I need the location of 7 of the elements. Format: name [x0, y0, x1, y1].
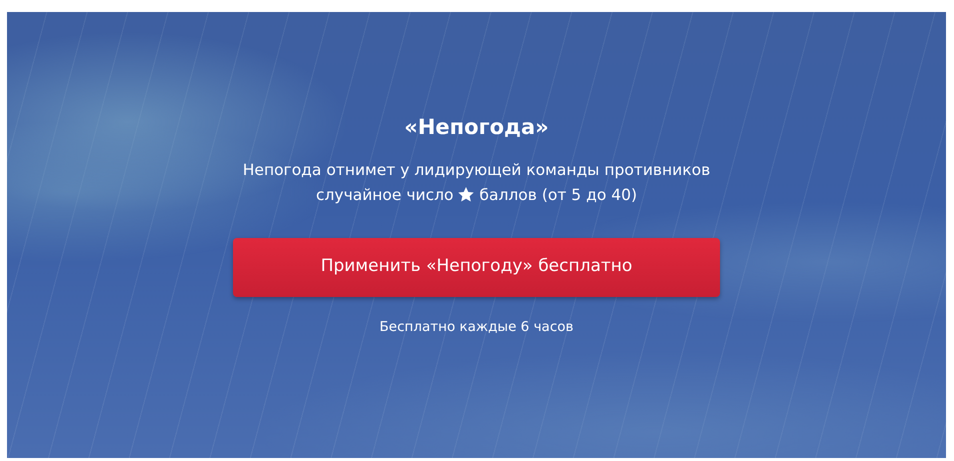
description-text: случайное число [316, 186, 454, 204]
description-text: баллов (от 5 до 40) [479, 186, 637, 204]
free-interval-note: Бесплатно каждые 6 часов [380, 318, 574, 336]
title: «Непогода» [404, 114, 549, 141]
description-text: Непогода отнимет у лидирующей команды противников [242, 160, 710, 178]
star-icon [458, 186, 474, 202]
apply-button[interactable]: Применить «Непогоду» бесплатно [233, 238, 720, 296]
